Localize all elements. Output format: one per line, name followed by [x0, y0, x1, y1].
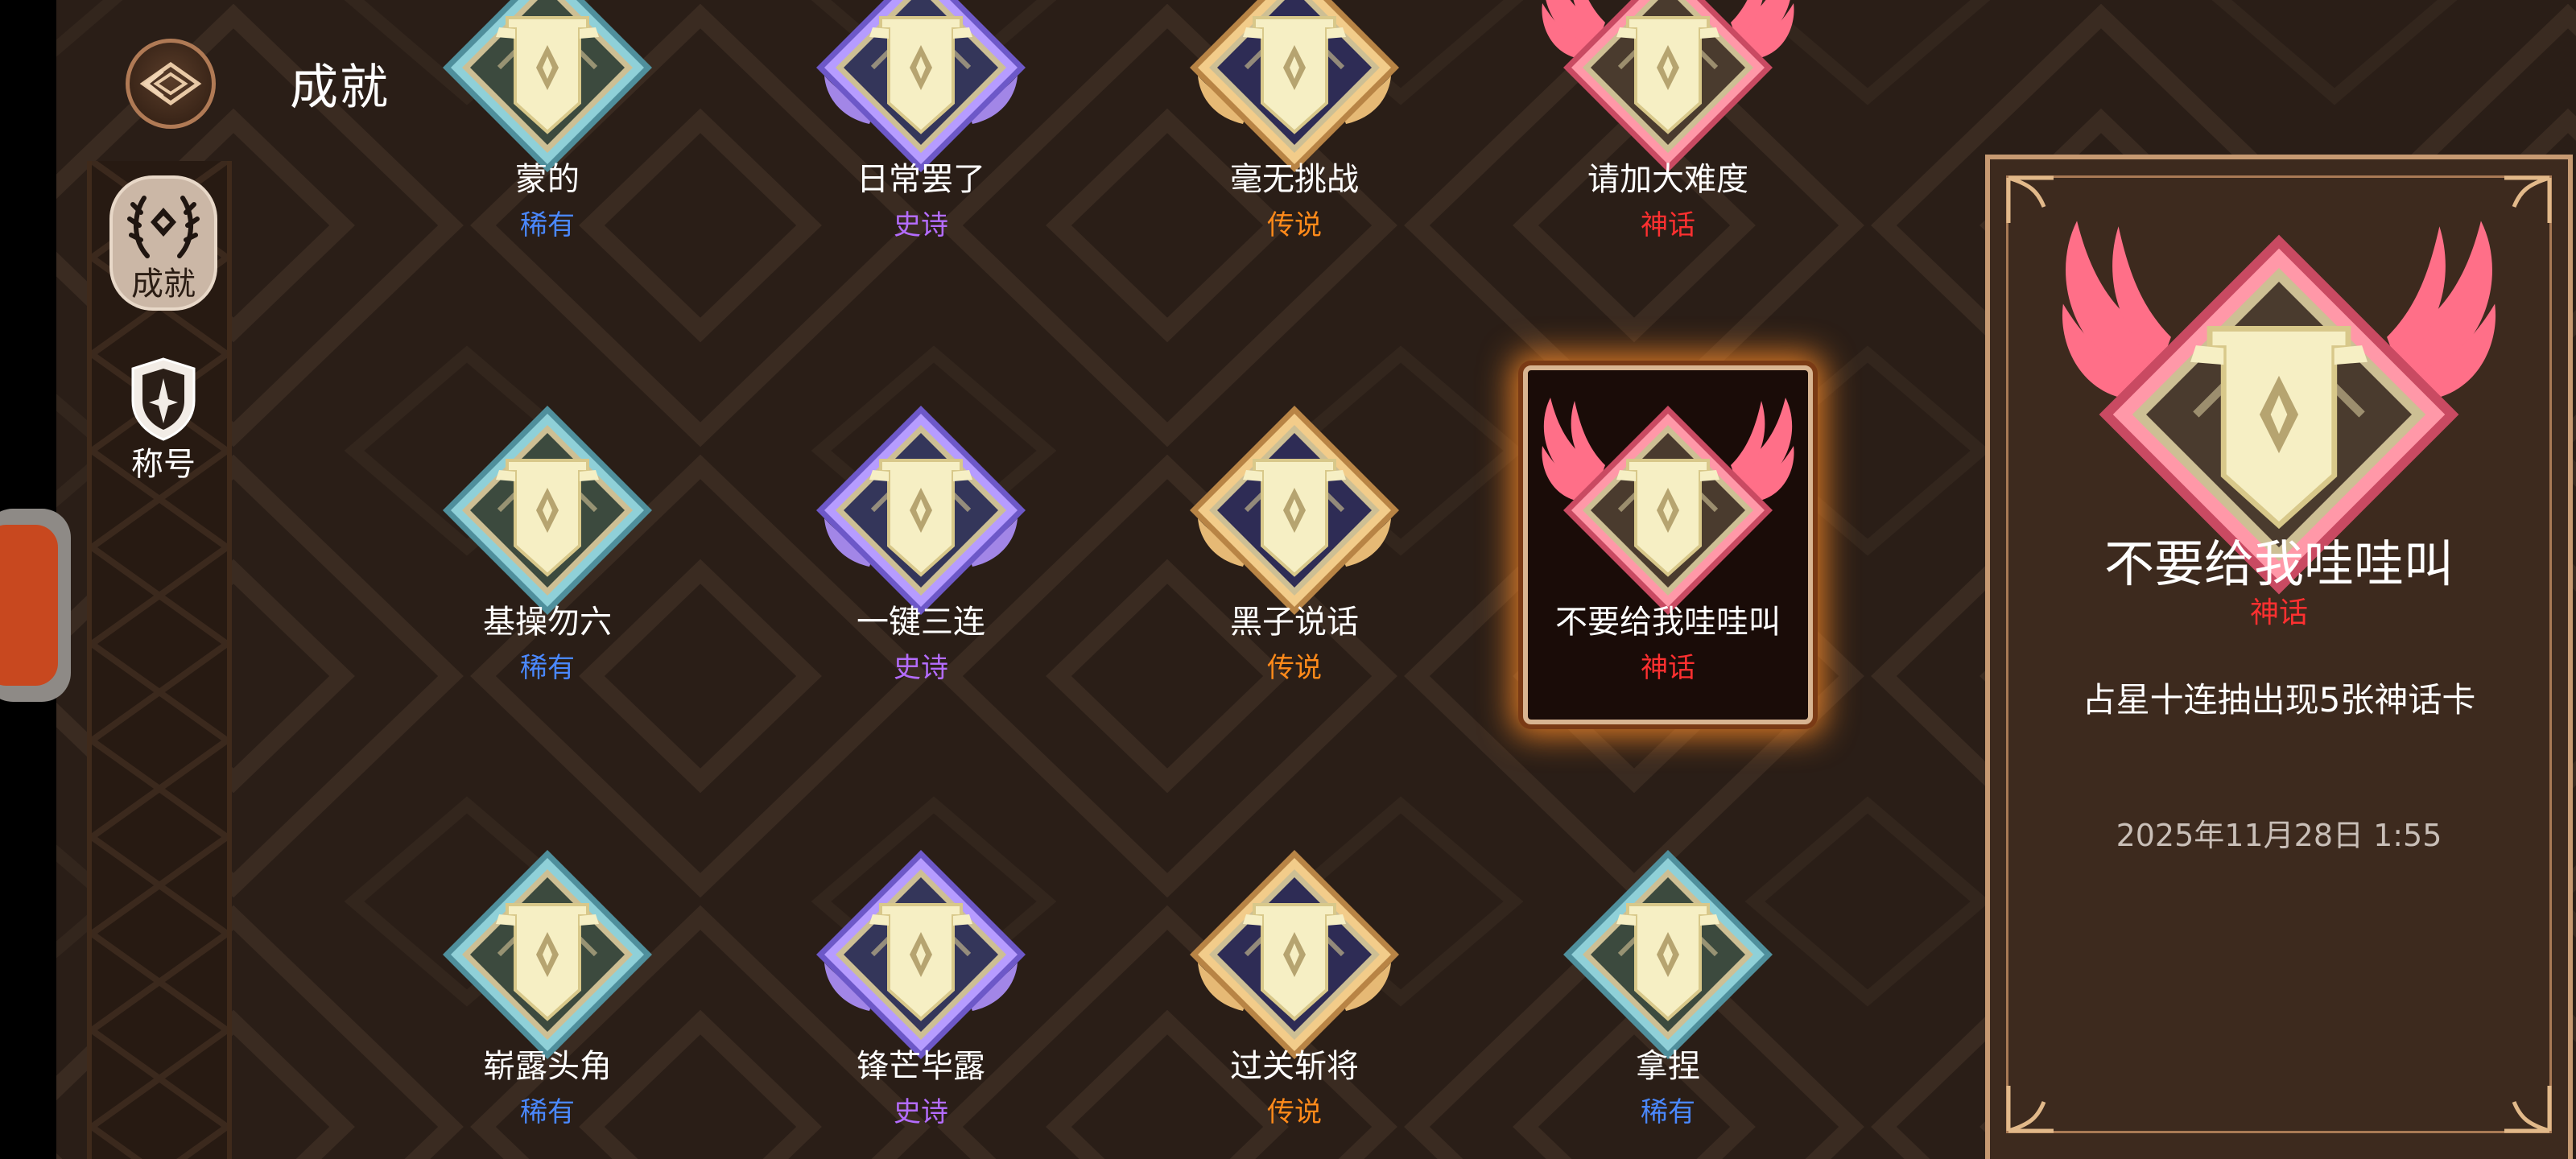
achievement-card[interactable]: 崭露头角 稀有	[402, 810, 692, 1159]
achievement-card[interactable]: 毫无挑战 传说	[1150, 0, 1439, 325]
tab-label: 成就	[131, 266, 196, 303]
achievement-name: 蒙的	[515, 161, 580, 198]
achievement-rarity: 传说	[1267, 209, 1322, 241]
tab-label: 称号	[131, 446, 196, 483]
achievement-rarity: 传说	[1267, 652, 1322, 684]
back-diamond-icon	[139, 61, 202, 106]
achievements-screen: 成就 成就 称号 蒙的 稀有 日常罢了 史诗 毫无挑战 传说 请加大难度 神话 …	[0, 0, 2576, 1159]
tab-achievements[interactable]: 成就	[109, 175, 217, 311]
achievement-rarity: 神话	[1641, 652, 1695, 684]
tab-titles[interactable]: 称号	[109, 354, 217, 491]
achievement-rarity: 神话	[1641, 209, 1695, 241]
achievement-rarity: 史诗	[894, 209, 948, 241]
achievement-card[interactable]: 拿捏 稀有	[1523, 810, 1813, 1159]
detail-rarity-label: 神话	[2249, 596, 2308, 629]
assistant-icon	[0, 525, 58, 686]
achievement-name: 过关斩将	[1230, 1048, 1359, 1085]
achievement-card[interactable]: 过关斩将 传说	[1150, 810, 1439, 1159]
page-title: 成就	[290, 60, 390, 116]
achievement-card[interactable]: 锋芒毕露 史诗	[776, 810, 1066, 1159]
achievement-card[interactable]: 日常罢了 史诗	[776, 0, 1066, 325]
achievement-rarity: 稀有	[520, 209, 575, 241]
achievement-name: 不要给我哇哇叫	[1555, 604, 1781, 641]
back-button[interactable]	[126, 39, 216, 129]
achievement-rarity: 史诗	[894, 1096, 948, 1128]
achievement-card[interactable]: 不要给我哇哇叫 神话	[1523, 365, 1813, 768]
achievement-name: 拿捏	[1636, 1048, 1700, 1085]
side-rail	[87, 161, 232, 1159]
achievement-rarity: 稀有	[520, 652, 575, 684]
detail-achievement-name: 不要给我哇哇叫	[2103, 534, 2454, 593]
achievement-name: 一键三连	[857, 604, 985, 641]
laurel-icon	[127, 196, 200, 258]
achievement-card[interactable]: 请加大难度 神话	[1523, 0, 1813, 325]
floating-assistant-button[interactable]	[0, 509, 71, 702]
achievement-card[interactable]: 一键三连 史诗	[776, 365, 1066, 768]
achievement-name: 崭露头角	[483, 1048, 612, 1085]
achievement-name: 毫无挑战	[1230, 161, 1359, 198]
detail-unlock-date: 2025年11月28日 1:55	[2116, 818, 2442, 853]
achievement-rarity: 稀有	[520, 1096, 575, 1128]
detail-description: 占星十连抽出现5张神话卡	[2082, 680, 2476, 720]
achievement-name: 黑子说话	[1230, 604, 1359, 641]
achievement-name: 日常罢了	[857, 161, 985, 198]
achievement-name: 基操勿六	[483, 604, 612, 641]
achievement-rarity: 传说	[1267, 1096, 1322, 1128]
side-rail-pattern	[92, 161, 227, 1159]
achievement-card[interactable]: 蒙的 稀有	[402, 0, 692, 325]
achievement-rarity: 史诗	[894, 652, 948, 684]
achievement-card[interactable]: 黑子说话 传说	[1150, 365, 1439, 768]
shield-icon	[131, 357, 196, 441]
achievement-name: 锋芒毕露	[857, 1048, 985, 1085]
achievement-card[interactable]: 基操勿六 稀有	[402, 365, 692, 768]
achievement-name: 请加大难度	[1587, 161, 1748, 198]
achievement-rarity: 稀有	[1641, 1096, 1695, 1128]
